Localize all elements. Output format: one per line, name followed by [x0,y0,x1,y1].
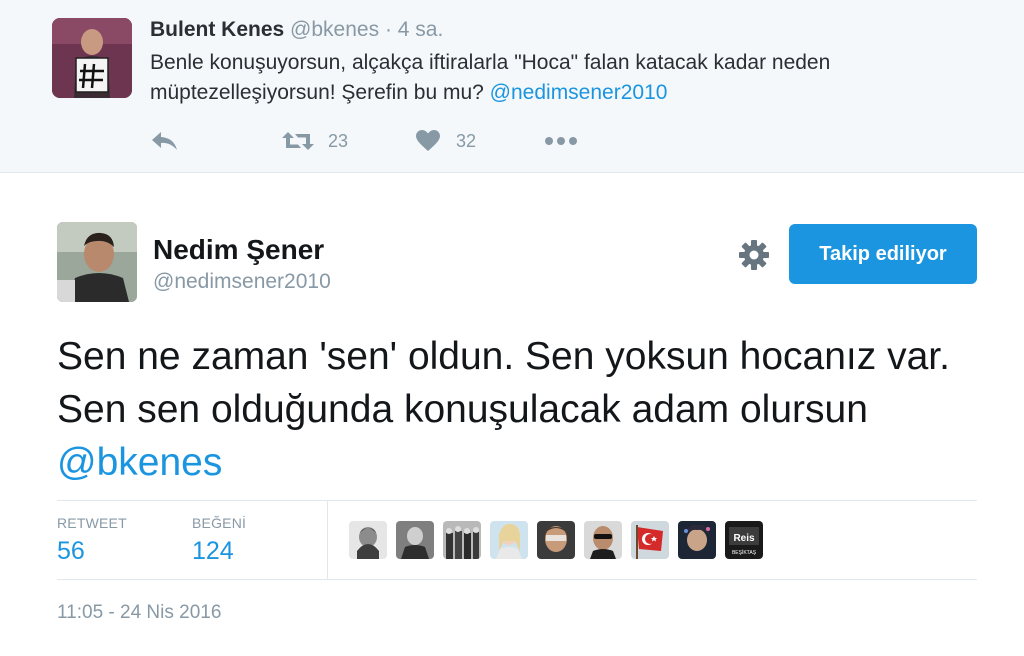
parent-tweet-time[interactable]: 4 sa. [398,18,444,41]
author-handle[interactable]: @nedimsener2010 [153,270,331,294]
parent-tweet: Bulent Kenes @bkenes · 4 sa. Benle konuş… [0,0,1024,173]
tweet-mention[interactable]: @bkenes [57,441,222,484]
retweet-stat-label: RETWEET [57,515,127,531]
liker-avatar[interactable] [396,521,434,559]
like-count: 32 [456,130,477,151]
author-name[interactable]: Nedim Şener [153,234,324,266]
like-stat[interactable]: BEĞENİ 124 [192,515,246,566]
like-button[interactable]: 32 [415,126,476,156]
liker-avatar[interactable] [584,521,622,559]
more-icon [544,136,578,146]
more-button[interactable] [544,126,578,156]
heart-icon [415,129,441,153]
parent-author-handle[interactable]: @bkenes [290,18,379,41]
retweet-count: 23 [328,130,349,151]
parent-tweet-text: Benle konuşuyorsun, alçakça iftiralarla … [150,48,920,108]
retweet-stat-count: 56 [57,537,85,565]
author-avatar[interactable] [57,222,137,302]
tweet-text: Sen ne zaman 'sen' oldun. Sen yoksun hoc… [57,330,987,489]
parent-tweet-actions: 23 32 [150,126,630,156]
retweet-button[interactable]: 23 [281,126,348,156]
parent-author-name[interactable]: Bulent Kenes [150,18,284,41]
liker-avatar[interactable] [678,521,716,559]
gear-icon [737,240,771,276]
liker-avatar[interactable] [443,521,481,559]
liker-avatar[interactable] [490,521,528,559]
tweet-body: Sen ne zaman 'sen' oldun. Sen yoksun hoc… [57,335,950,431]
parent-tweet-mention[interactable]: @nedimsener2010 [490,81,668,104]
tweet-stats: RETWEET 56 BEĞENİ 124 Reis BEŞİKTAŞ [57,500,977,580]
liker-avatar[interactable] [349,521,387,559]
parent-tweet-header: Bulent Kenes @bkenes · 4 sa. [150,18,443,42]
liker-avatar[interactable]: Reis BEŞİKTAŞ [725,521,763,559]
retweet-stat[interactable]: RETWEET 56 [57,515,127,566]
liker-avatar[interactable] [631,521,669,559]
reply-button[interactable] [150,126,180,156]
stats-divider [327,501,328,579]
tweet-timestamp[interactable]: 11:05 - 24 Nis 2016 [57,602,221,624]
settings-button[interactable] [737,238,771,272]
svg-text:Reis: Reis [733,533,755,544]
liker-badge-text: BEŞİKTAŞ [732,549,757,556]
retweet-icon [281,129,315,153]
liker-avatar[interactable] [537,521,575,559]
following-button[interactable]: Takip ediliyor [789,224,977,284]
like-stat-count: 124 [192,537,234,565]
parent-avatar[interactable] [52,18,132,98]
like-stat-label: BEĞENİ [192,515,247,531]
reply-icon [150,129,180,153]
header-separator: · [384,18,392,41]
